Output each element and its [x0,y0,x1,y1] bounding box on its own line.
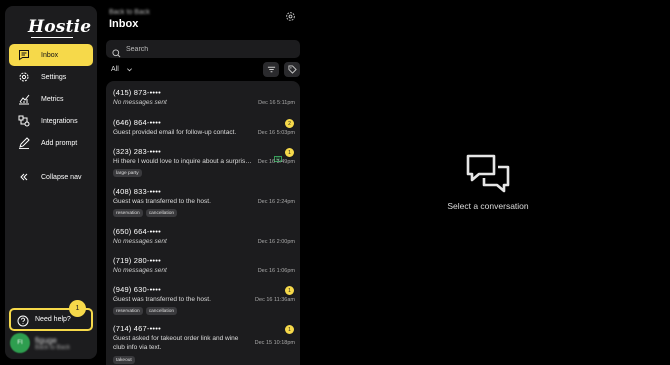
pen-icon [16,135,32,151]
conversation-tag: reservation [113,307,143,315]
conversation-tag: cancellation [145,209,178,217]
inbox-icon [16,47,32,63]
conversation-phone: (949) 630-•••• [113,285,161,294]
conversation-time: Dec 16 5:03pm [257,130,295,136]
conversation-item[interactable]: (408) 833-•••• Guest was transferred to … [113,187,295,217]
conversation-preview: No messages sent [113,267,167,274]
filter-selected: All [111,66,119,73]
collapse-nav-button[interactable]: Collapse nav [9,166,93,188]
conversation-item[interactable]: (323) 283-•••• Hi there I would love to … [113,147,295,177]
sidebar: Hostie Inbox Settings Metrics Integratio… [5,6,97,359]
user-profile[interactable]: FI figuge Back to Back [10,333,70,353]
message-icon [274,149,282,162]
conversation-time: Dec 16 1:06pm [257,268,295,274]
help-badge: 1 [69,300,86,317]
conversation-item[interactable]: (949) 630-•••• Guest was transferred to … [113,285,295,315]
conversation-tag: takeout [113,356,135,364]
conversation-phone: (714) 467-•••• [113,324,161,333]
conversation-preview: Guest provided email for follow-up conta… [113,129,237,136]
conversation-preview: Guest was transferred to the host. [113,296,211,303]
sidebar-item-inbox[interactable]: Inbox [9,44,93,66]
sidebar-item-label: Inbox [41,51,59,59]
conversation-preview: Guest asked for takeout order link and w… [113,335,239,351]
conversation-preview: No messages sent [113,238,167,245]
conversation-tag: large party [113,169,142,177]
sidebar-item-label: Add prompt [41,139,78,147]
conversation-time: Dec 16 2:00pm [257,239,295,245]
user-restaurant: Back to Back [35,344,71,351]
sidebar-item-add-prompt[interactable]: Add prompt [9,132,93,154]
tag-button[interactable] [284,62,300,77]
conversation-phone: (650) 664-•••• [113,227,161,236]
conversation-preview: Hi there I would love to inquire about a… [113,158,253,165]
conversation-phone: (408) 833-•••• [113,187,161,196]
unread-badge: 1 [285,325,294,334]
conversation-time: Dec 16 11:36am [255,297,295,303]
sidebar-item-metrics[interactable]: Metrics [9,88,93,110]
conversation-preview: No messages sent [113,99,167,106]
help-icon [17,314,29,326]
gear-icon [16,69,32,85]
filter-icon [267,66,275,73]
conversation-time: Dec 16 5:11pm [258,100,295,106]
search-icon [112,45,121,57]
conversation-phone: (719) 280-•••• [113,256,161,265]
status-filter-dropdown[interactable]: All [111,66,133,73]
chart-icon [16,91,32,107]
search-bar [106,40,300,58]
logo-underline [31,37,73,38]
page-title: Inbox [109,18,139,30]
need-help-label: Need help? [35,316,71,323]
sidebar-item-integrations[interactable]: Integrations [9,110,93,132]
sidebar-item-label: Settings [41,73,67,81]
conversation-tag: cancellation [145,307,178,315]
double-chevron-left-icon [16,169,32,185]
search-input[interactable] [126,45,286,53]
conversation-item[interactable]: (415) 873-•••• No messages sent Dec 16 5… [113,88,295,106]
integrations-icon [16,113,32,129]
restaurant-name: Back to Back [109,9,150,16]
sidebar-item-label: Integrations [41,117,78,125]
conversation-phone: (415) 873-•••• [113,88,161,97]
avatar: FI [10,333,30,353]
chat-bubbles-icon [465,153,511,197]
user-name: figuge [35,335,57,345]
conversation-tag: reservation [113,209,143,217]
conversation-item[interactable]: (714) 467-•••• Guest asked for takeout o… [113,324,295,364]
filter-button[interactable] [263,62,279,77]
gear-icon [286,12,295,21]
sidebar-item-label: Metrics [41,95,64,103]
conversation-time: Dec 16 3:49pm [257,159,295,165]
unread-badge: 1 [285,148,294,157]
unread-badge: 1 [285,286,294,295]
conversation-time: Dec 15 10:18pm [254,340,295,346]
empty-state-text: Select a conversation [447,201,529,211]
conversation-item[interactable]: (650) 664-•••• No messages sent Dec 16 2… [113,227,295,245]
conversation-phone: (646) 864-•••• [113,118,161,127]
app-logo[interactable]: Hostie [28,17,91,37]
tag-icon [287,65,297,74]
unread-badge: 2 [285,119,294,128]
conversation-preview: Guest was transferred to the host. [113,198,211,205]
conversation-time: Dec 16 2:24pm [257,199,295,205]
conversation-phone: (323) 283-•••• [113,147,161,156]
chevron-down-icon [126,66,133,73]
conversation-item[interactable]: (719) 280-•••• No messages sent Dec 16 1… [113,256,295,274]
conversation-list: (415) 873-•••• No messages sent Dec 16 5… [106,81,300,365]
sidebar-item-label: Collapse nav [41,173,82,181]
inbox-settings-button[interactable] [285,9,296,21]
conversation-item[interactable]: (646) 864-•••• Guest provided email for … [113,118,295,136]
sidebar-item-settings[interactable]: Settings [9,66,93,88]
